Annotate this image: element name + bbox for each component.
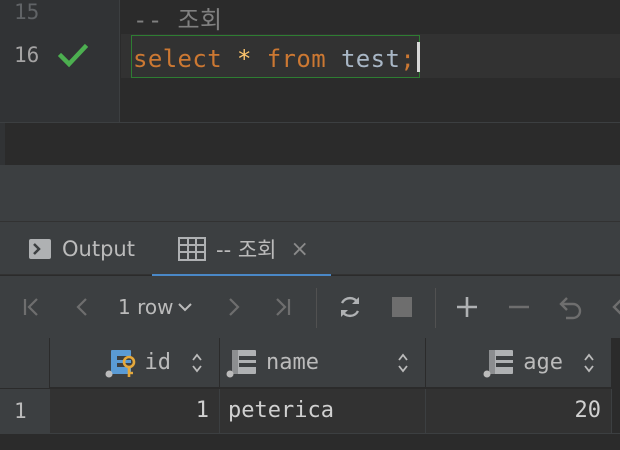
line-number: 15	[14, 0, 40, 24]
row-count-label: 1 row	[118, 295, 174, 319]
code-line-comment[interactable]: -- 조회	[133, 0, 223, 35]
keyword-from: from	[266, 45, 327, 73]
operator-star: *	[236, 45, 252, 73]
tab-output-label: Output	[62, 237, 135, 261]
column-header-name[interactable]: name	[220, 338, 426, 388]
add-row-icon[interactable]	[450, 290, 484, 324]
row-number-header	[0, 338, 50, 388]
statement-terminator: ;	[400, 45, 416, 73]
line-number: 16	[14, 43, 40, 67]
result-toolbar: 1 row	[0, 276, 620, 338]
chevron-down-icon	[178, 303, 193, 312]
tab-result-label: -- 조회	[216, 238, 277, 262]
green-check-icon	[57, 42, 89, 70]
keyword-select: select	[133, 45, 223, 73]
next-page-icon[interactable]	[216, 290, 250, 324]
stop-icon[interactable]	[385, 290, 419, 324]
toolbar-separator	[435, 288, 436, 328]
grid-bottom-line	[0, 433, 620, 434]
editor-gutter: 15 16	[0, 0, 120, 122]
column-header-label: name	[266, 350, 319, 375]
last-page-icon[interactable]	[266, 290, 300, 324]
sort-icon[interactable]	[397, 351, 409, 375]
column-header-age[interactable]: age	[426, 338, 612, 388]
code-line-statement[interactable]: select * from test;	[133, 42, 421, 73]
more-actions-icon[interactable]	[600, 290, 620, 324]
tab-output[interactable]: Output	[28, 222, 135, 276]
column-header-id[interactable]: id	[50, 338, 220, 388]
tab-result[interactable]: -- 조회 ×	[152, 222, 331, 277]
sort-icon[interactable]	[583, 351, 595, 375]
column-header-label: id	[144, 350, 172, 375]
toolbar-separator	[316, 288, 317, 328]
sort-icon[interactable]	[191, 351, 203, 375]
first-page-icon[interactable]	[14, 290, 48, 324]
table-cell-age[interactable]: 20	[426, 389, 612, 433]
table-cell-id[interactable]: 1	[50, 389, 220, 433]
delete-row-icon[interactable]	[502, 290, 536, 324]
column-icon	[226, 348, 260, 378]
editor-empty-area	[0, 123, 620, 165]
services-tab-bar: Output -- 조회 ×	[0, 221, 620, 277]
text-caret	[417, 42, 421, 72]
row-count-selector[interactable]: 1 row	[118, 292, 193, 322]
table-cell-name[interactable]: peterica	[220, 389, 426, 433]
previous-page-icon[interactable]	[66, 290, 100, 324]
result-grid[interactable]: id name age 1 1 peterica 20	[0, 338, 620, 450]
console-icon	[28, 238, 52, 260]
sql-editor[interactable]: 15 16 -- 조회 select * from test;	[0, 0, 620, 122]
column-header-label: age	[523, 350, 563, 375]
panel-splitter[interactable]	[0, 165, 620, 221]
row-number[interactable]: 1	[0, 389, 50, 433]
primary-key-column-icon	[105, 348, 139, 378]
gutter-edge	[0, 123, 5, 165]
close-icon[interactable]: ×	[290, 237, 308, 262]
refresh-icon[interactable]	[333, 290, 367, 324]
revert-icon[interactable]	[554, 290, 588, 324]
table-icon	[178, 237, 206, 261]
column-icon	[483, 348, 517, 378]
table-identifier: test	[340, 45, 401, 73]
